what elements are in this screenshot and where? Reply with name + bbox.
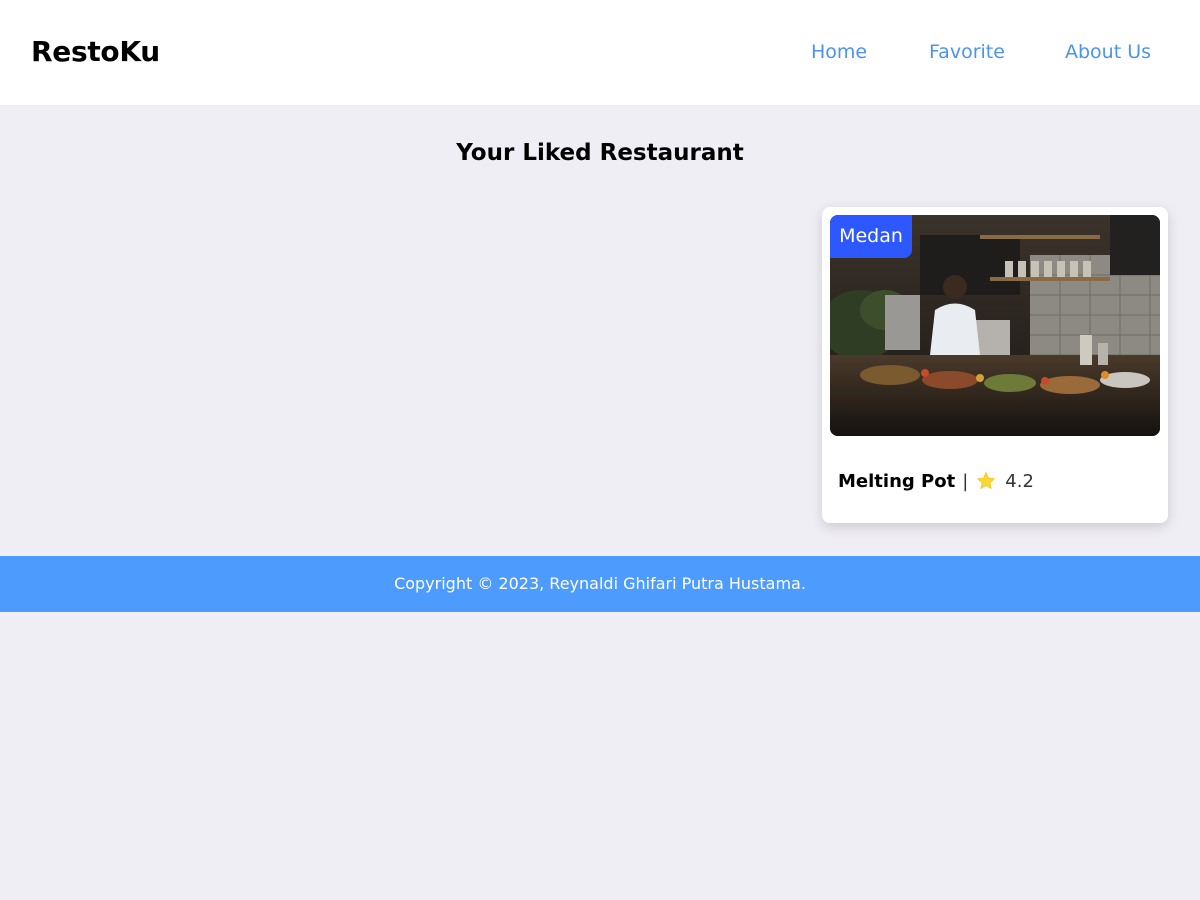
copyright-text: Copyright © 2023, Reynaldi Ghifari Putra… [394,574,806,593]
restaurant-photo[interactable]: Medan [830,215,1160,436]
nav-link-favorite[interactable]: Favorite [929,41,1005,63]
separator: | [962,470,969,492]
restaurant-card[interactable]: Medan Melting Pot | 4.2 [822,207,1168,523]
star-icon [977,472,996,489]
restaurant-info: Melting Pot | 4.2 [838,468,1034,494]
page-title: Your Liked Restaurant [456,140,744,166]
footer: Copyright © 2023, Reynaldi Ghifari Putra… [0,556,1200,612]
city-badge: Medan [830,215,912,258]
brand-logo[interactable]: RestoKu [31,35,160,68]
nav-link-about-us[interactable]: About Us [1065,41,1151,63]
nav-link-home[interactable]: Home [811,41,867,63]
app-header: RestoKu Home Favorite About Us [0,0,1200,105]
restaurant-name[interactable]: Melting Pot [838,471,955,492]
rating-value: 4.2 [1005,470,1034,492]
